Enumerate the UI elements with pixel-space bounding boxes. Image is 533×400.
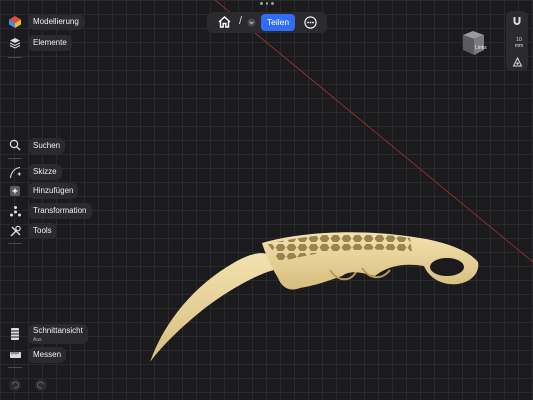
karambit-model[interactable]: [0, 0, 533, 400]
